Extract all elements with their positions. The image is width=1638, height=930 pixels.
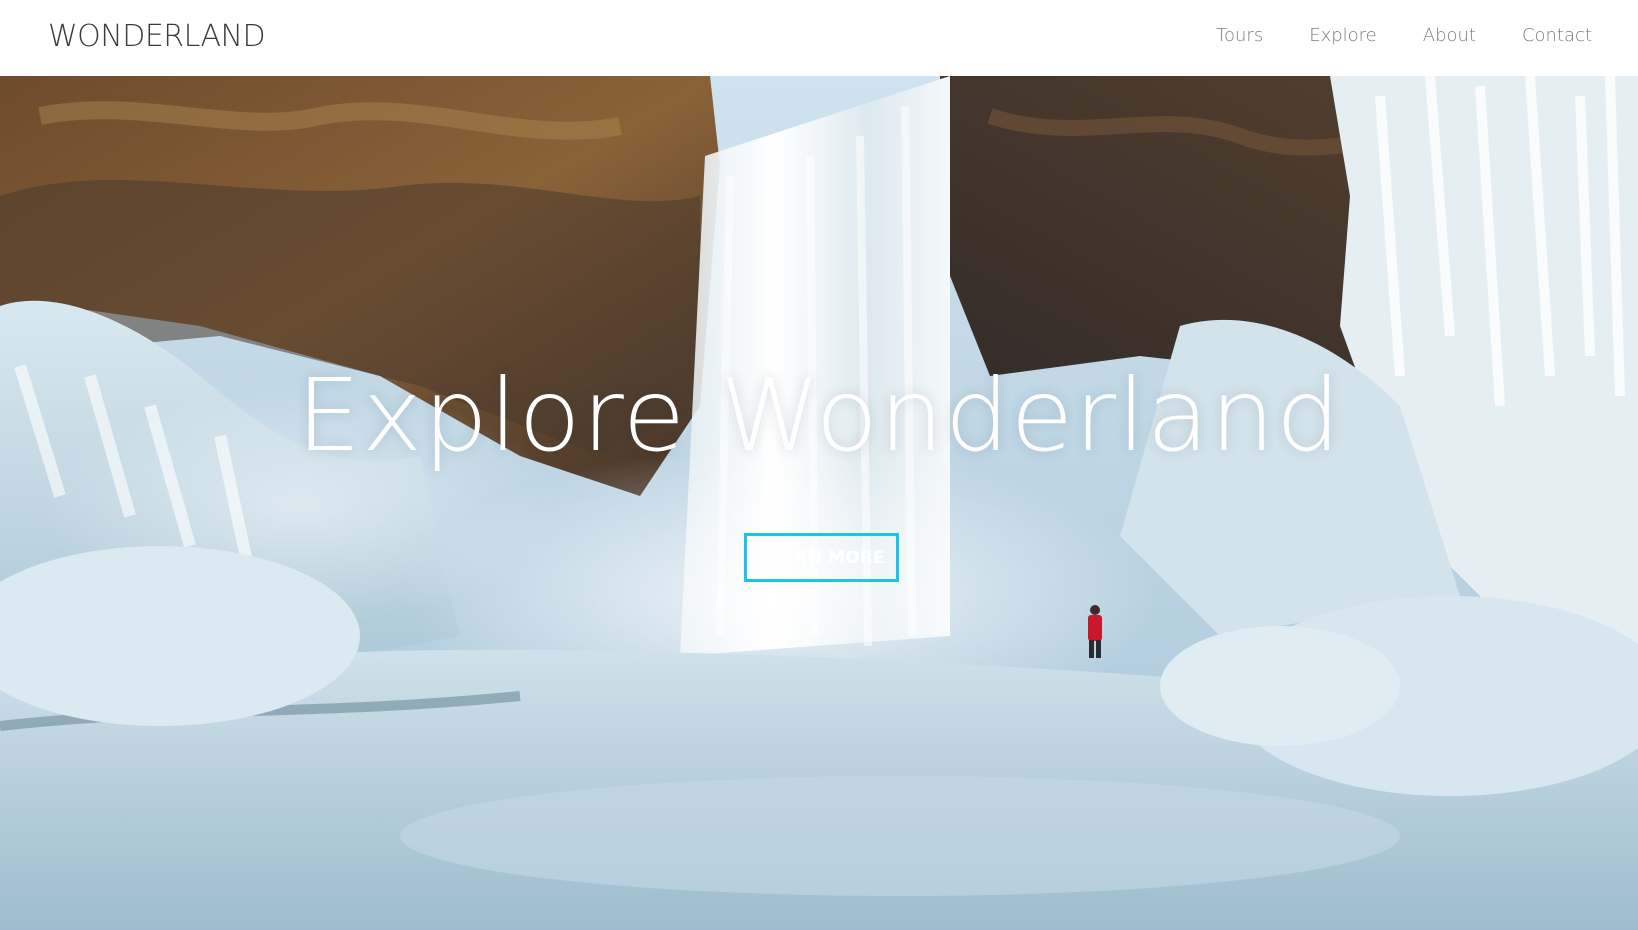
nav-item-tours[interactable]: Tours — [1216, 25, 1263, 46]
site-header: WONDERLAND Tours Explore About Contact — [0, 0, 1638, 76]
brand-logo[interactable]: WONDERLAND — [48, 19, 266, 54]
nav-item-contact[interactable]: Contact — [1522, 25, 1592, 46]
nav-item-about[interactable]: About — [1423, 25, 1476, 46]
hero-section: Explore Wonderland LEARN MORE — [0, 76, 1638, 930]
nav-item-explore[interactable]: Explore — [1309, 25, 1377, 46]
hero-background-image — [0, 76, 1638, 930]
main-nav: Tours Explore About Contact — [1216, 25, 1592, 46]
hero-title: Explore Wonderland — [296, 357, 1342, 474]
learn-more-button[interactable]: LEARN MORE — [744, 533, 899, 582]
